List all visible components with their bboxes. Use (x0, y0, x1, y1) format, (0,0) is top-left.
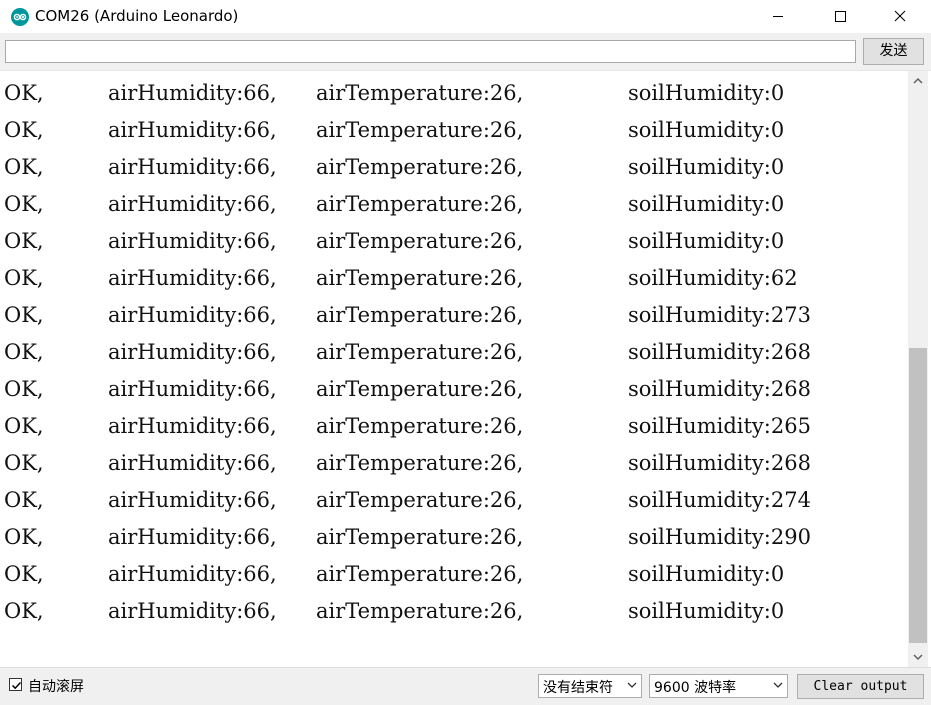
scroll-up-arrow-icon[interactable] (908, 71, 928, 91)
status-field: OK, (4, 303, 44, 327)
air-temperature-field: airTemperature:26, (316, 192, 524, 216)
air-humidity-field: airHumidity:66, (108, 155, 277, 179)
air-humidity-field: airHumidity:66, (108, 488, 277, 512)
air-temperature-field: airTemperature:26, (316, 451, 524, 475)
close-icon (894, 10, 906, 22)
soil-humidity-field: soilHumidity:268 (628, 340, 811, 364)
status-field: OK, (4, 81, 44, 105)
air-temperature-field: airTemperature:26, (316, 303, 524, 327)
air-temperature-field: airTemperature:26, (316, 229, 524, 253)
status-field: OK, (4, 192, 44, 216)
air-temperature-field: airTemperature:26, (316, 599, 524, 623)
air-humidity-field: airHumidity:66, (108, 562, 277, 586)
status-field: OK, (4, 525, 44, 549)
line-ending-select[interactable]: 没有结束符 (538, 674, 642, 698)
soil-humidity-field: soilHumidity:0 (628, 599, 785, 623)
air-temperature-field: airTemperature:26, (316, 340, 524, 364)
air-temperature-field: airTemperature:26, (316, 266, 524, 290)
air-humidity-field: airHumidity:66, (108, 229, 277, 253)
soil-humidity-field: soilHumidity:62 (628, 266, 798, 290)
air-humidity-field: airHumidity:66, (108, 599, 277, 623)
window-title: COM26 (Arduino Leonardo) (35, 7, 239, 25)
air-humidity-field: airHumidity:66, (108, 118, 277, 142)
autoscroll-checkbox[interactable] (9, 678, 22, 691)
air-humidity-field: airHumidity:66, (108, 377, 277, 401)
status-field: OK, (4, 118, 44, 142)
scroll-down-arrow-icon[interactable] (908, 647, 928, 667)
send-button[interactable]: 发送 (863, 38, 924, 65)
line-ending-value: 没有结束符 (543, 680, 613, 696)
soil-humidity-field: soilHumidity:265 (628, 414, 811, 438)
checkmark-icon (11, 681, 22, 690)
air-humidity-field: airHumidity:66, (108, 303, 277, 327)
minimize-button[interactable] (755, 0, 801, 33)
maximize-button[interactable] (817, 0, 863, 33)
status-field: OK, (4, 414, 44, 438)
chevron-down-icon (627, 682, 637, 688)
serial-monitor-window: COM26 (Arduino Leonardo) 发送 OK, airHumidi… (0, 0, 931, 705)
soil-humidity-field: soilHumidity:0 (628, 81, 785, 105)
soil-humidity-field: soilHumidity:0 (628, 192, 785, 216)
soil-humidity-field: soilHumidity:268 (628, 377, 811, 401)
air-humidity-field: airHumidity:66, (108, 340, 277, 364)
send-bar: 发送 (0, 33, 931, 71)
air-humidity-field: airHumidity:66, (108, 451, 277, 475)
air-temperature-field: airTemperature:26, (316, 562, 524, 586)
soil-humidity-field: soilHumidity:0 (628, 155, 785, 179)
minimize-icon (773, 16, 783, 17)
close-button[interactable] (877, 0, 923, 33)
status-field: OK, (4, 377, 44, 401)
air-humidity-field: airHumidity:66, (108, 266, 277, 290)
soil-humidity-field: soilHumidity:0 (628, 118, 785, 142)
air-temperature-field: airTemperature:26, (316, 414, 524, 438)
maximize-icon (835, 11, 846, 22)
air-humidity-field: airHumidity:66, (108, 81, 277, 105)
autoscroll-label: 自动滚屏 (28, 679, 84, 695)
status-field: OK, (4, 229, 44, 253)
air-temperature-field: airTemperature:26, (316, 155, 524, 179)
air-temperature-field: airTemperature:26, (316, 81, 524, 105)
status-field: OK, (4, 599, 44, 623)
air-humidity-field: airHumidity:66, (108, 192, 277, 216)
soil-humidity-field: soilHumidity:274 (628, 488, 811, 512)
soil-humidity-field: soilHumidity:290 (628, 525, 811, 549)
status-field: OK, (4, 451, 44, 475)
air-temperature-field: airTemperature:26, (316, 488, 524, 512)
status-field: OK, (4, 488, 44, 512)
status-bar: 自动滚屏 没有结束符 9600 波特率 Clear output (0, 667, 931, 705)
air-temperature-field: airTemperature:26, (316, 525, 524, 549)
air-humidity-field: airHumidity:66, (108, 525, 277, 549)
status-field: OK, (4, 266, 44, 290)
soil-humidity-field: soilHumidity:0 (628, 562, 785, 586)
status-field: OK, (4, 562, 44, 586)
chevron-down-icon (773, 682, 783, 688)
clear-output-button[interactable]: Clear output (797, 674, 924, 699)
scrollbar-thumb[interactable] (909, 348, 927, 643)
arduino-logo-icon (11, 8, 29, 26)
title-bar[interactable]: COM26 (Arduino Leonardo) (0, 0, 931, 33)
air-temperature-field: airTemperature:26, (316, 377, 524, 401)
status-field: OK, (4, 155, 44, 179)
serial-output[interactable]: OK, airHumidity:66, airTemperature:26, soil… (0, 71, 908, 667)
baud-rate-select[interactable]: 9600 波特率 (649, 674, 788, 698)
soil-humidity-field: soilHumidity:273 (628, 303, 811, 327)
soil-humidity-field: soilHumidity:268 (628, 451, 811, 475)
status-field: OK, (4, 340, 44, 364)
send-input[interactable] (5, 40, 856, 63)
air-humidity-field: airHumidity:66, (108, 414, 277, 438)
vertical-scrollbar[interactable] (908, 71, 928, 667)
soil-humidity-field: soilHumidity:0 (628, 229, 785, 253)
baud-rate-value: 9600 波特率 (654, 680, 737, 696)
air-temperature-field: airTemperature:26, (316, 118, 524, 142)
